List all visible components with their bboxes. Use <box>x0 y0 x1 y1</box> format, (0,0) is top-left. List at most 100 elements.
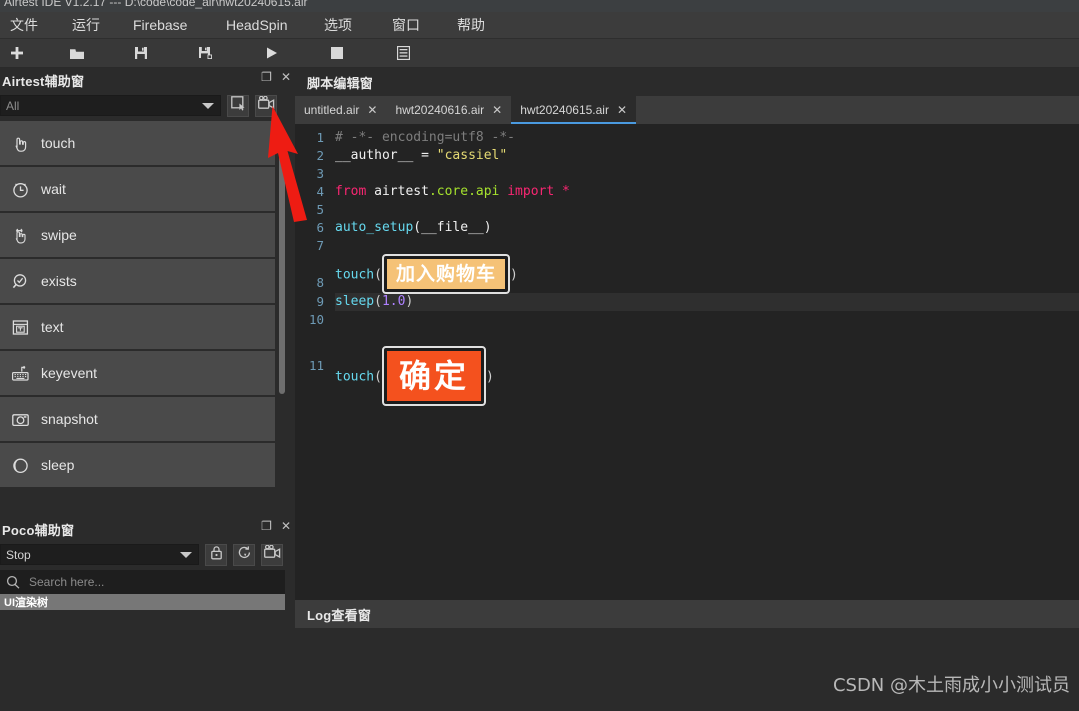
code-function-sleep: sleep <box>335 294 375 309</box>
code-function-auto-setup: auto_setup <box>335 220 414 235</box>
poco-search-input[interactable] <box>29 575 249 589</box>
hand-swipe-icon <box>8 223 32 247</box>
save-as-button[interactable] <box>192 41 218 65</box>
add-to-cart-image-token[interactable]: 加入购物车 <box>381 254 510 294</box>
code-paren-close: ) <box>405 294 414 309</box>
code-args: (__file__) <box>413 220 492 235</box>
refresh-button[interactable] <box>233 543 255 566</box>
record-button[interactable] <box>255 94 277 117</box>
action-item-sleep[interactable]: sleep <box>0 443 275 489</box>
text-box-icon <box>8 315 32 339</box>
action-item-keyevent[interactable]: keyevent <box>0 351 275 397</box>
code-line-1: # -*- encoding=utf8 -*- <box>335 129 1079 147</box>
menu-item-file[interactable]: 文件 <box>10 11 38 39</box>
code-string: "cassiel" <box>436 148 508 163</box>
line-number: 5 <box>316 202 324 217</box>
airtest-ide-window: Airtest IDE V1.2.17 --- D:\code\code_air… <box>0 0 1079 711</box>
airtest-panel-restore-icon[interactable]: ❐ <box>261 71 272 83</box>
poco-search-row[interactable] <box>0 570 285 594</box>
line-number: 4 <box>316 184 324 199</box>
poco-tree-root[interactable]: UI渲染树 <box>0 594 285 610</box>
action-item-text[interactable]: text <box>0 305 275 351</box>
menu-item-help[interactable]: 帮助 <box>457 11 485 39</box>
save-button[interactable] <box>128 41 154 65</box>
code-function-touch: touch <box>335 369 375 385</box>
close-icon[interactable]: ✕ <box>367 103 377 117</box>
poco-panel-header: Poco辅助窗 ❐ ✕ <box>0 517 295 541</box>
poco-mode-combo[interactable]: Stop <box>0 544 199 565</box>
airtest-filter-combo[interactable]: All <box>0 95 221 116</box>
editor-panel-header: 脚本编辑窗 <box>295 68 1079 96</box>
line-number: 3 <box>316 166 324 181</box>
add-to-cart-image-label: 加入购物车 <box>386 259 505 289</box>
airtest-action-list[interactable]: touch wait swipe exists text keyevent sn… <box>0 121 275 515</box>
moon-icon <box>8 453 32 477</box>
menu-item-window[interactable]: 窗口 <box>392 11 420 39</box>
line-number: 9 <box>316 294 324 309</box>
log-panel-body <box>295 628 1079 711</box>
menu-item-run[interactable]: 运行 <box>72 11 100 39</box>
code-paren-open: ( <box>374 294 382 309</box>
close-icon[interactable]: ✕ <box>617 103 627 117</box>
line-number: 2 <box>316 148 324 163</box>
confirm-image-label: 确定 <box>386 351 481 401</box>
tab-label: hwt20240615.air <box>520 103 609 117</box>
line-number: 7 <box>316 238 324 253</box>
right-dock: 脚本编辑窗 untitled.air ✕ hwt20240616.air ✕ h… <box>295 68 1079 711</box>
poco-panel-restore-icon[interactable]: ❐ <box>261 520 272 532</box>
action-item-snapshot[interactable]: snapshot <box>0 397 275 443</box>
code-line-7: touch(加入购物车) <box>335 254 1079 294</box>
code-module-path: .core.api <box>428 184 500 199</box>
code-star: * <box>554 184 570 199</box>
menu-item-options[interactable]: 选项 <box>324 11 352 39</box>
code-text[interactable]: # -*- encoding=utf8 -*- __author__ = "ca… <box>335 129 1079 600</box>
left-dock: Airtest辅助窗 ❐ ✕ All touch wait swipe exis… <box>0 68 295 711</box>
lock-button[interactable] <box>205 543 227 566</box>
confirm-image-token[interactable]: 确定 <box>381 346 486 406</box>
action-item-swipe[interactable]: swipe <box>0 213 275 259</box>
camera-icon <box>8 407 32 431</box>
poco-panel-close-icon[interactable]: ✕ <box>281 520 291 532</box>
menu-item-headspin[interactable]: HeadSpin <box>226 13 288 37</box>
screen-capture-icon <box>230 95 246 116</box>
action-item-wait[interactable]: wait <box>0 167 275 213</box>
screenshot-button[interactable] <box>227 94 249 117</box>
airtest-filter-row: All <box>0 92 295 119</box>
poco-mode-row: Stop <box>0 541 295 568</box>
action-item-exists[interactable]: exists <box>0 259 275 305</box>
log-panel-header: Log查看窗 <box>295 600 1079 628</box>
stop-icon <box>331 47 343 59</box>
stop-button[interactable] <box>324 41 350 65</box>
line-number: 10 <box>308 312 324 327</box>
chevron-down-icon <box>180 551 192 558</box>
line-number: 8 <box>316 275 324 290</box>
report-button[interactable] <box>390 41 416 65</box>
close-icon[interactable]: ✕ <box>492 103 502 117</box>
tab-hwt20240615-air[interactable]: hwt20240615.air ✕ <box>511 96 637 124</box>
code-identifier: __author__ <box>335 148 414 163</box>
action-label: swipe <box>41 227 77 243</box>
code-editor[interactable]: 1 2 3 4 5 6 7 8 9 10 11 # -*- encoding=u… <box>295 124 1079 600</box>
code-operator: = <box>413 148 437 163</box>
keyboard-icon <box>8 361 32 385</box>
open-script-button[interactable] <box>64 41 90 65</box>
new-script-button[interactable] <box>4 41 30 65</box>
code-line-7-blank <box>335 237 1079 255</box>
run-button[interactable] <box>258 41 284 65</box>
airtest-panel-title: Airtest辅助窗 <box>2 73 85 89</box>
chevron-down-icon <box>202 102 214 109</box>
hand-touch-icon <box>8 131 32 155</box>
action-list-scrollbar[interactable] <box>277 121 287 515</box>
line-number: 11 <box>308 358 324 373</box>
tab-untitled-air[interactable]: untitled.air ✕ <box>295 96 387 124</box>
action-item-touch[interactable]: touch <box>0 121 275 167</box>
camera-record-icon <box>257 95 275 115</box>
menu-item-firebase[interactable]: Firebase <box>133 13 187 37</box>
magnifier-check-icon <box>8 269 32 293</box>
poco-record-button[interactable] <box>261 543 283 566</box>
scrollbar-thumb[interactable] <box>279 131 285 394</box>
code-keyword-from: from <box>335 184 367 199</box>
airtest-panel-close-icon[interactable]: ✕ <box>281 71 291 83</box>
tab-hwt20240616-air[interactable]: hwt20240616.air ✕ <box>386 96 512 124</box>
